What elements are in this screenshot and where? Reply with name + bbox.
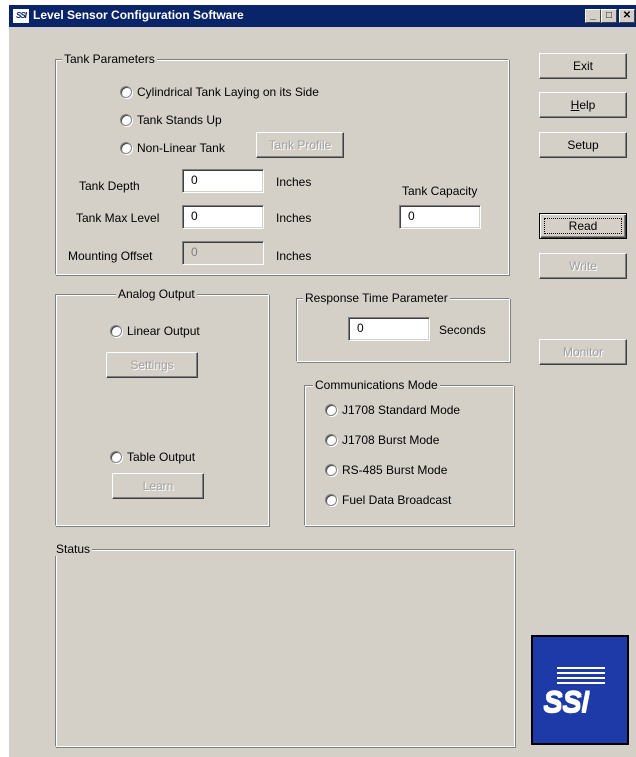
tank-max-level-unit: Inches [276, 211, 312, 225]
radio-linear-output[interactable]: Linear Output [110, 323, 200, 339]
tank-parameters-group: Tank Parameters Cylindrical Tank Laying … [55, 52, 509, 275]
radio-table-output[interactable]: Table Output [110, 449, 195, 465]
radio-label: Cylindrical Tank Laying on its Side [137, 85, 319, 99]
radio-circle-icon[interactable] [120, 113, 132, 126]
radio-non-linear-tank[interactable]: Non-Linear Tank [120, 140, 225, 156]
status-text-area [60, 562, 510, 742]
close-button[interactable]: ✕ [619, 9, 635, 23]
radio-label: Tank Stands Up [137, 113, 222, 127]
radio-circle-icon[interactable] [110, 324, 122, 337]
radio-circle-icon[interactable] [325, 403, 337, 416]
radio-label: Fuel Data Broadcast [342, 493, 452, 507]
radio-label: J1708 Standard Mode [342, 403, 461, 417]
minimize-button[interactable]: _ [585, 9, 601, 23]
radio-j1708-standard[interactable]: J1708 Standard Mode [325, 402, 460, 418]
analog-output-title: Analog Output [116, 287, 197, 301]
read-button[interactable]: Read [539, 213, 627, 239]
tank-depth-unit: Inches [276, 175, 312, 189]
radio-label: Table Output [127, 450, 196, 464]
write-button[interactable]: Write [539, 253, 627, 279]
response-time-input[interactable]: 0 [348, 317, 430, 341]
tank-depth-label: Tank Depth [79, 179, 140, 193]
radio-tank-stands-up[interactable]: Tank Stands Up [120, 112, 222, 128]
radio-circle-icon[interactable] [325, 463, 337, 476]
tank-capacity-label: Tank Capacity [402, 184, 478, 198]
help-button[interactable]: Help [539, 92, 627, 118]
maximize-button[interactable]: □ [601, 9, 617, 23]
radio-circle-icon[interactable] [325, 433, 337, 446]
main-window: SSI Level Sensor Configuration Software … [8, 4, 636, 757]
exit-button[interactable]: Exit [539, 53, 627, 79]
mounting-offset-unit: Inches [276, 249, 312, 263]
tank-depth-input[interactable]: 0 [182, 169, 264, 193]
response-time-unit: Seconds [439, 323, 486, 337]
status-title: Status [54, 542, 93, 556]
tank-max-level-input[interactable]: 0 [182, 205, 264, 229]
logo-stripes-icon [557, 667, 605, 687]
radio-rs485-burst[interactable]: RS-485 Burst Mode [325, 462, 447, 478]
mounting-offset-label: Mounting Offset [68, 249, 153, 263]
ssi-logo: SSI [531, 635, 629, 745]
response-time-title: Response Time Parameter [303, 291, 450, 305]
radio-circle-icon[interactable] [110, 450, 122, 463]
radio-label: Non-Linear Tank [137, 141, 225, 155]
analog-output-group: Analog Output Linear Output Settings Tab… [55, 287, 269, 526]
communications-mode-group: Communications Mode J1708 Standard Mode … [304, 378, 514, 526]
radio-fuel-data-broadcast[interactable]: Fuel Data Broadcast [325, 492, 451, 508]
app-icon[interactable]: SSI [13, 9, 29, 23]
setup-button[interactable]: Setup [539, 132, 627, 158]
radio-j1708-burst[interactable]: J1708 Burst Mode [325, 432, 439, 448]
read-button-label: Read [543, 218, 623, 234]
logo-text: SSI [543, 685, 589, 718]
learn-button[interactable]: Learn [112, 473, 204, 499]
radio-label: Linear Output [127, 324, 200, 338]
radio-label: J1708 Burst Mode [342, 433, 440, 447]
communications-mode-title: Communications Mode [313, 378, 440, 392]
monitor-button[interactable]: Monitor [539, 339, 627, 365]
window-title: Level Sensor Configuration Software [33, 8, 244, 22]
radio-cylindrical-tank[interactable]: Cylindrical Tank Laying on its Side [120, 84, 319, 100]
settings-button[interactable]: Settings [106, 352, 198, 378]
response-time-group: Response Time Parameter 0 Seconds [296, 291, 510, 362]
radio-label: RS-485 Burst Mode [342, 463, 448, 477]
mounting-offset-input[interactable]: 0 [182, 241, 264, 265]
radio-circle-icon[interactable] [120, 85, 132, 98]
tank-max-level-label: Tank Max Level [76, 211, 160, 225]
help-button-label: elp [579, 98, 596, 112]
tank-parameters-title: Tank Parameters [62, 52, 157, 66]
status-group: Status [54, 542, 515, 747]
title-bar[interactable]: SSI Level Sensor Configuration Software … [9, 5, 636, 27]
radio-circle-icon[interactable] [120, 141, 132, 154]
tank-profile-button[interactable]: Tank Profile [256, 132, 344, 158]
tank-capacity-input[interactable]: 0 [399, 205, 481, 229]
radio-circle-icon[interactable] [325, 493, 337, 506]
